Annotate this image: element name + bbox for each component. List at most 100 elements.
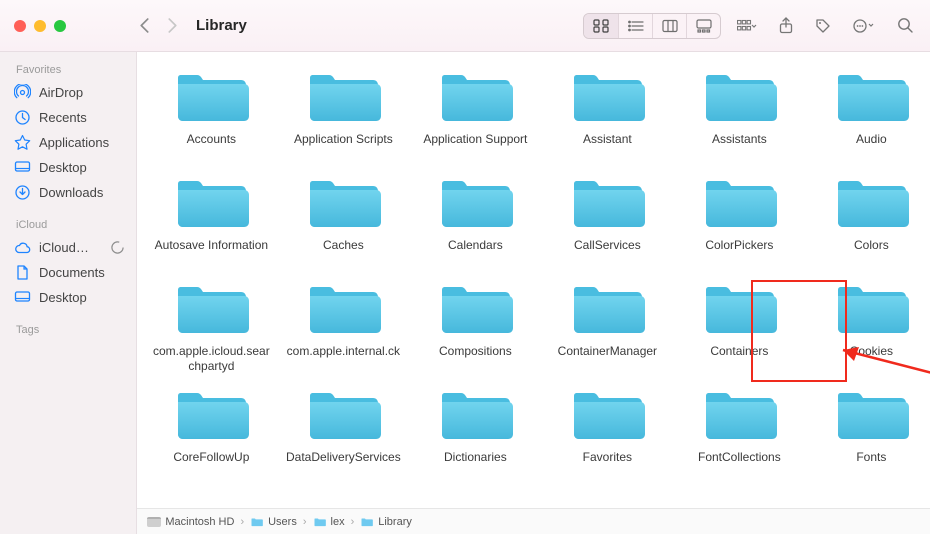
folder-icon (436, 66, 514, 126)
sidebar-item-icloud-drive[interactable]: iCloud… (0, 235, 136, 260)
sidebar-item-label: Recents (39, 110, 126, 125)
folder-item[interactable]: Containers (679, 278, 799, 374)
sidebar-item-icloud-desktop[interactable]: Desktop (0, 285, 136, 310)
folder-label: Cookies (811, 344, 930, 374)
folder-item[interactable]: Calendars (415, 172, 535, 268)
action-menu-button[interactable] (853, 18, 875, 34)
desktop-icon (14, 159, 31, 176)
folder-icon (436, 172, 514, 232)
folder-label: com.apple.internal.ck (283, 344, 403, 374)
pathbar-crumb-root[interactable]: Macintosh HD (147, 516, 234, 528)
forward-button[interactable] (168, 18, 178, 34)
sidebar-item-label: Desktop (39, 160, 126, 175)
view-gallery-button[interactable] (686, 14, 720, 38)
folder-item[interactable]: Accounts (151, 66, 271, 162)
chevron-right-icon: › (240, 516, 244, 528)
folder-item[interactable]: Favorites (547, 384, 667, 480)
pathbar-crumb[interactable]: Users (250, 516, 297, 528)
desktop-icon (14, 289, 31, 306)
doc-icon (14, 264, 31, 281)
folder-item[interactable]: CallServices (547, 172, 667, 268)
view-column-button[interactable] (652, 14, 686, 38)
folder-icon (700, 384, 778, 444)
sidebar-item-downloads[interactable]: Downloads (0, 180, 136, 205)
pathbar-label: Users (268, 516, 297, 528)
sidebar-item-recents[interactable]: Recents (0, 105, 136, 130)
folder-item[interactable]: Caches (283, 172, 403, 268)
share-button[interactable] (779, 17, 793, 34)
folder-icon (832, 384, 910, 444)
folder-item[interactable]: Colors (811, 172, 930, 268)
clock-icon (14, 109, 31, 126)
folder-icon (700, 66, 778, 126)
app-icon (14, 134, 31, 151)
folder-icon (700, 278, 778, 338)
folder-icon (172, 172, 250, 232)
sidebar-item-label: iCloud… (39, 240, 101, 255)
view-list-button[interactable] (618, 14, 652, 38)
folder-icon (172, 66, 250, 126)
folder-icon (832, 66, 910, 126)
minimize-window-button[interactable] (34, 20, 46, 32)
folder-item[interactable]: Compositions (415, 278, 535, 374)
folder-icon (568, 66, 646, 126)
group-by-button[interactable] (737, 19, 757, 33)
folder-item[interactable]: CoreFollowUp (151, 384, 271, 480)
folder-label: Dictionaries (415, 450, 535, 480)
view-mode-segmented (583, 13, 721, 39)
sidebar-section-favorites: Favorites AirDrop Recents Applications D… (0, 60, 136, 205)
folder-item[interactable]: Assistant (547, 66, 667, 162)
toolbar: Library (0, 0, 930, 52)
folder-item[interactable]: Audio (811, 66, 930, 162)
close-window-button[interactable] (14, 20, 26, 32)
folder-item[interactable]: Autosave Information (151, 172, 271, 268)
pathbar-crumb[interactable]: lex (313, 516, 345, 528)
folder-item[interactable]: ContainerManager (547, 278, 667, 374)
pathbar-crumb[interactable]: Library (360, 516, 412, 528)
folder-label: Compositions (415, 344, 535, 374)
sidebar-item-label: Documents (39, 265, 126, 280)
cloud-icon (14, 239, 31, 256)
window-title: Library (196, 17, 247, 34)
folder-item[interactable]: FontCollections (679, 384, 799, 480)
folder-icon (304, 66, 382, 126)
sidebar-heading: Tags (0, 320, 136, 340)
zoom-window-button[interactable] (54, 20, 66, 32)
folder-label: Accounts (151, 132, 271, 162)
sidebar-item-documents[interactable]: Documents (0, 260, 136, 285)
folder-item[interactable]: ColorPickers (679, 172, 799, 268)
folder-item[interactable]: Application Scripts (283, 66, 403, 162)
folder-grid: Accounts Application Scripts Application S… (137, 52, 930, 508)
folder-label: com.apple.icloud.searchpartyd (151, 344, 271, 374)
folder-label: Autosave Information (151, 238, 271, 268)
pathbar-label: Macintosh HD (165, 516, 234, 528)
folder-icon (700, 172, 778, 232)
folder-item[interactable]: com.apple.icloud.searchpartyd (151, 278, 271, 374)
folder-label: Application Support (415, 132, 535, 162)
sidebar-item-label: Downloads (39, 185, 126, 200)
pathbar-label: Library (378, 516, 412, 528)
folder-item[interactable]: com.apple.internal.ck (283, 278, 403, 374)
folder-icon (360, 517, 374, 527)
folder-item[interactable]: Application Support (415, 66, 535, 162)
progress-icon (109, 239, 126, 256)
folder-item[interactable]: Assistants (679, 66, 799, 162)
folder-icon (568, 278, 646, 338)
sidebar-item-desktop[interactable]: Desktop (0, 155, 136, 180)
search-button[interactable] (897, 17, 914, 34)
folder-item[interactable]: Dictionaries (415, 384, 535, 480)
folder-item[interactable]: Fonts (811, 384, 930, 480)
sidebar-item-applications[interactable]: Applications (0, 130, 136, 155)
sidebar-item-airdrop[interactable]: AirDrop (0, 80, 136, 105)
view-icon-button[interactable] (584, 14, 618, 38)
sidebar-item-label: AirDrop (39, 85, 126, 100)
folder-label: Containers (679, 344, 799, 374)
folder-label: Assistants (679, 132, 799, 162)
sidebar-heading: iCloud (0, 215, 136, 235)
tags-button[interactable] (815, 18, 831, 34)
folder-item[interactable]: DataDeliveryServices (283, 384, 403, 480)
folder-item[interactable]: Cookies (811, 278, 930, 374)
back-button[interactable] (140, 18, 150, 34)
download-icon (14, 184, 31, 201)
folder-icon (172, 384, 250, 444)
